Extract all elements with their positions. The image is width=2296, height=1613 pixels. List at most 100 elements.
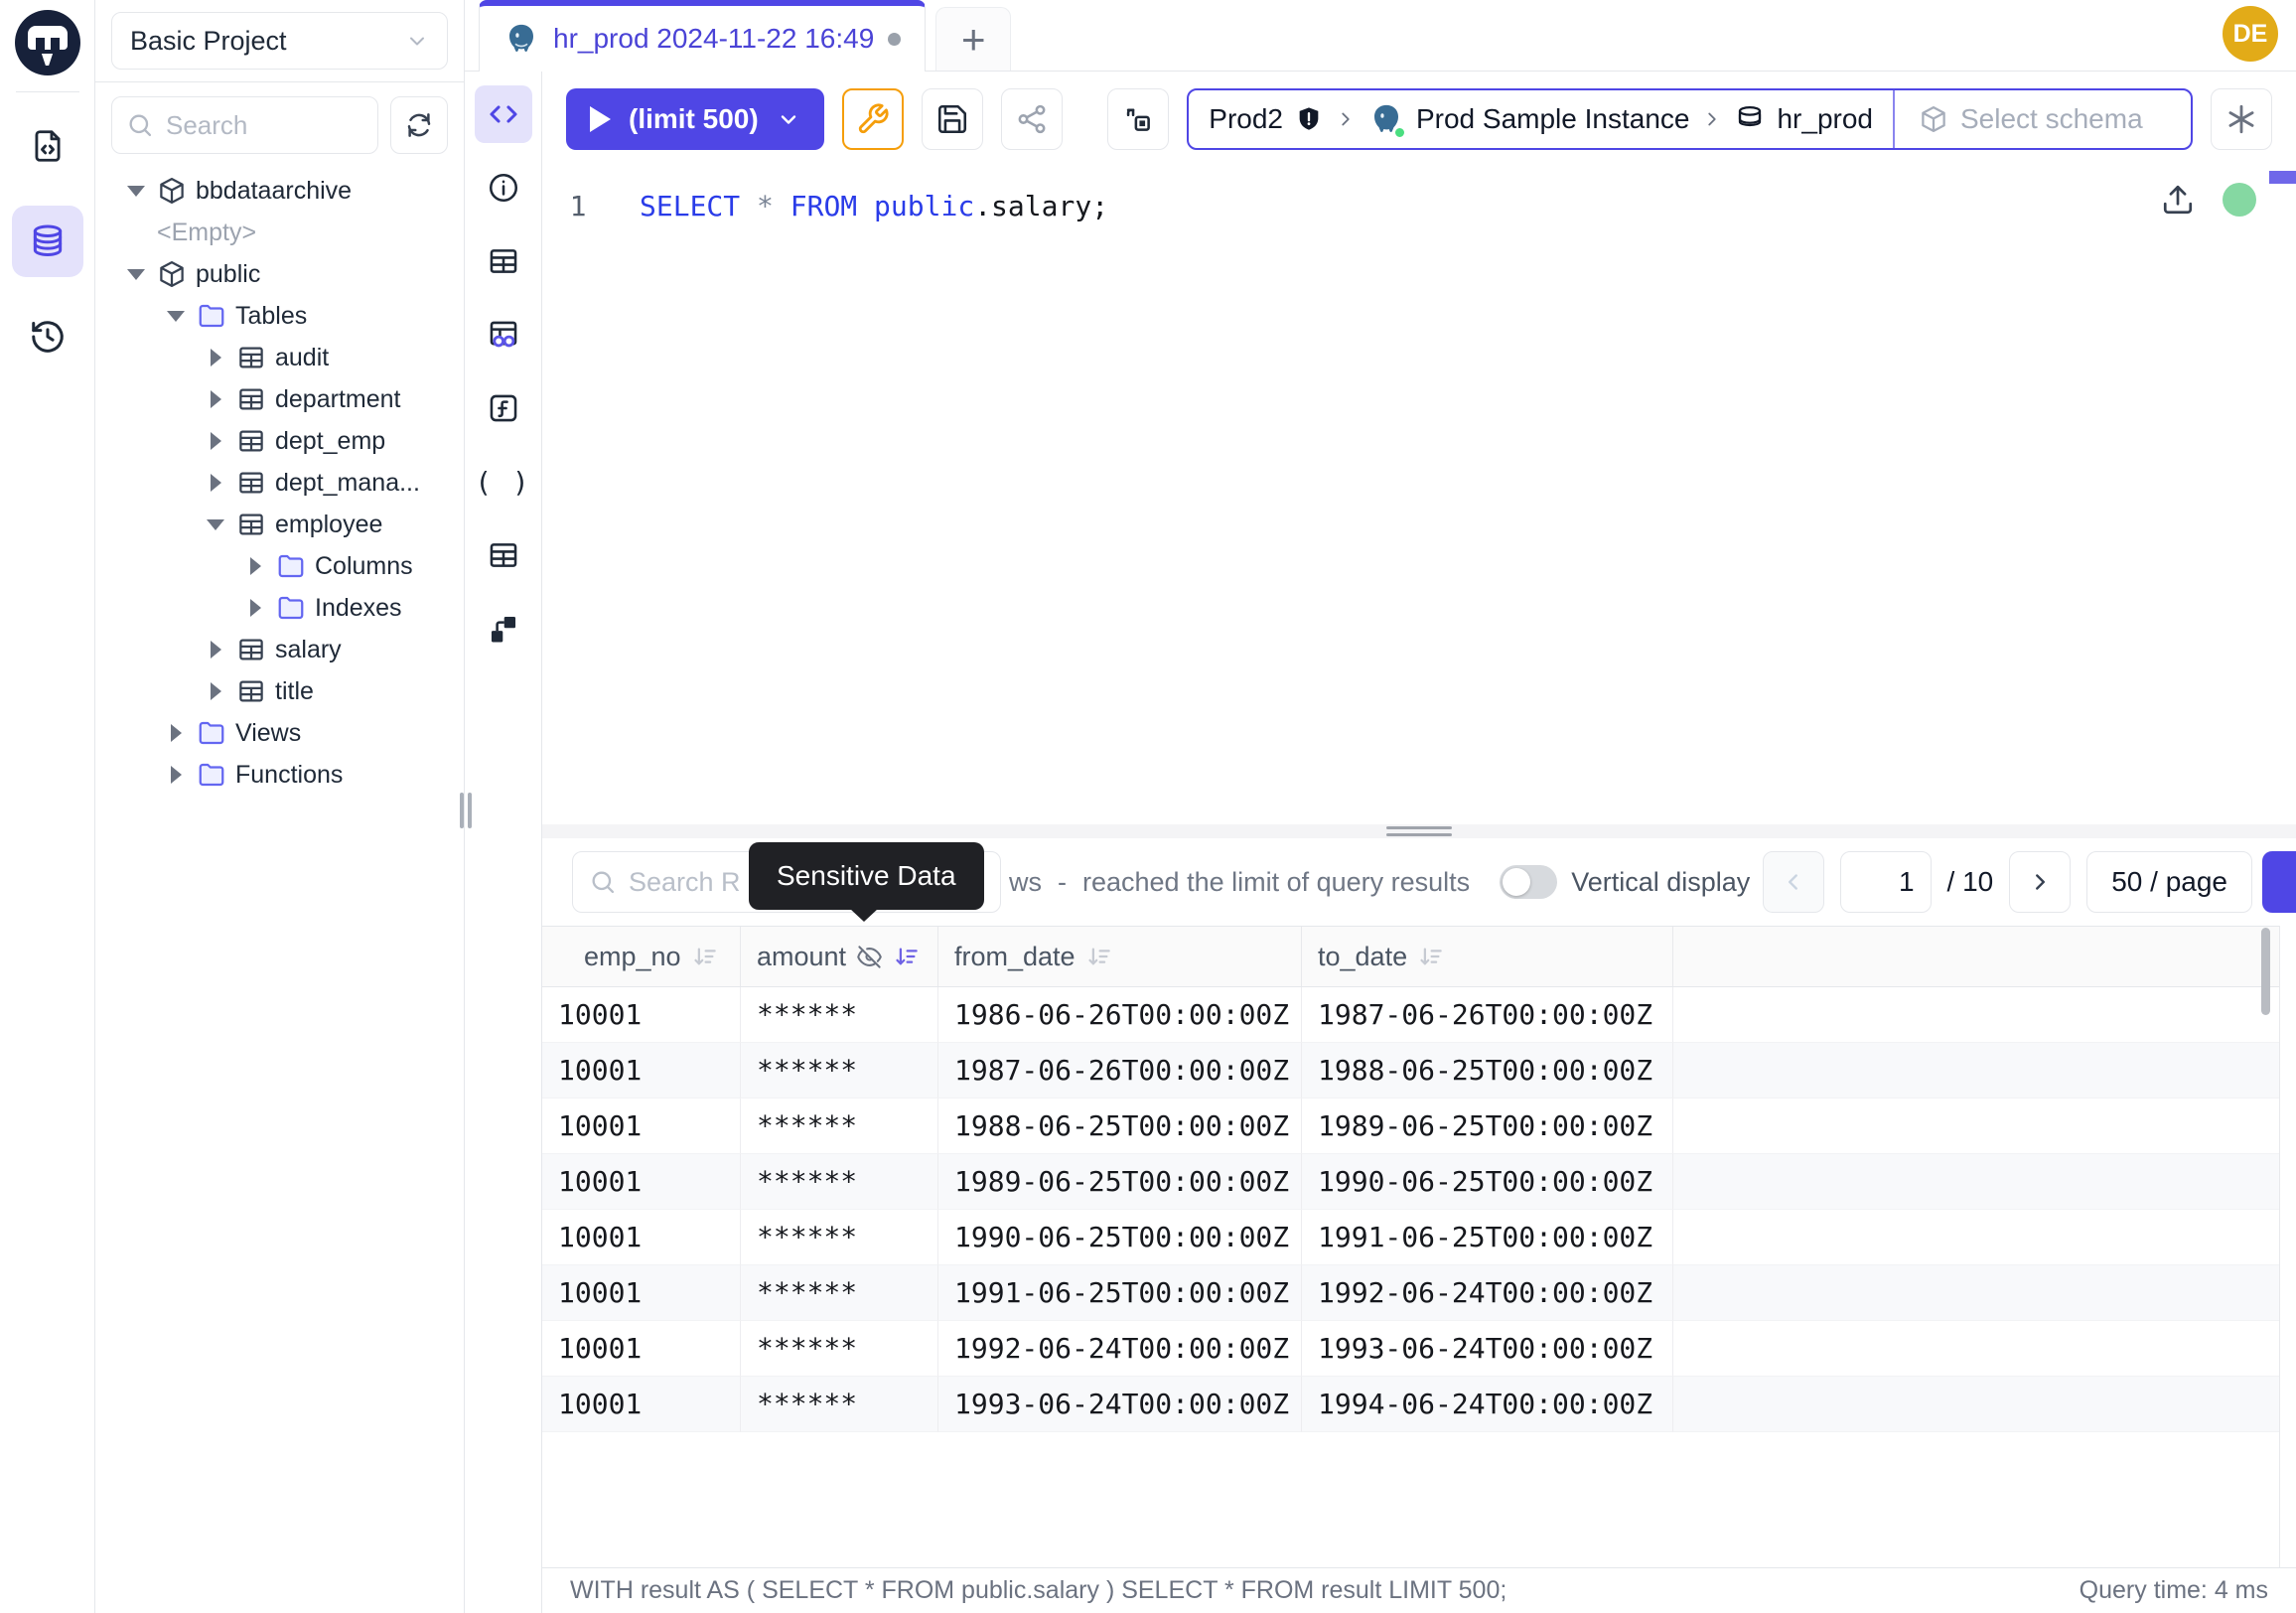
tree-expander-icon[interactable] xyxy=(124,269,148,280)
table-cell[interactable]: 1991-06-25T00:00:00Z xyxy=(1302,1210,1673,1265)
history-icon[interactable] xyxy=(12,301,83,372)
tree-item-title[interactable]: title xyxy=(95,670,464,712)
table-cell[interactable]: 1994-06-24T00:00:00Z xyxy=(1302,1377,1673,1432)
tree-item-empty[interactable]: <Empty> xyxy=(95,212,464,253)
table-cell[interactable]: 1989-06-25T00:00:00Z xyxy=(1302,1099,1673,1154)
tree-expander-icon[interactable] xyxy=(164,724,188,742)
tree-item-functions[interactable]: Functions xyxy=(95,754,464,796)
table-cell[interactable]: ****** xyxy=(741,1043,938,1099)
tree-expander-icon[interactable] xyxy=(164,311,188,322)
grid-scrollbar-thumb[interactable] xyxy=(2261,928,2270,1015)
table-cell[interactable]: 10001 xyxy=(542,1210,741,1265)
save-icon[interactable] xyxy=(922,88,983,150)
toggle-off-icon[interactable] xyxy=(1500,865,1557,899)
page-size-select[interactable]: 50 / page xyxy=(2086,851,2252,913)
table-cell[interactable]: 1992-06-24T00:00:00Z xyxy=(938,1321,1302,1377)
results-panel-resize-handle[interactable] xyxy=(542,824,2296,838)
vertical-display-toggle[interactable]: Vertical display xyxy=(1500,865,1750,899)
select-schema-button[interactable]: Select schema xyxy=(1893,90,2191,148)
tree-item-audit[interactable]: audit xyxy=(95,337,464,378)
tree-expander-icon[interactable] xyxy=(204,390,227,408)
query-tab-active[interactable]: hr_prod 2024-11-22 16:49 xyxy=(479,0,926,72)
query-options-wrench-icon[interactable] xyxy=(842,88,904,150)
tree-expander-icon[interactable] xyxy=(204,682,227,700)
table-cell[interactable]: 1991-06-25T00:00:00Z xyxy=(938,1265,1302,1321)
tree-expander-icon[interactable] xyxy=(204,474,227,492)
table-cell[interactable]: 10001 xyxy=(542,1265,741,1321)
table-cell[interactable]: 1992-06-24T00:00:00Z xyxy=(1302,1265,1673,1321)
worksheet-code-file-icon[interactable] xyxy=(12,110,83,182)
tree-item-columns[interactable]: Columns xyxy=(95,545,464,587)
upload-export-icon[interactable] xyxy=(2161,183,2195,217)
table-cell[interactable]: ****** xyxy=(741,987,938,1043)
table-cell[interactable]: 1993-06-24T00:00:00Z xyxy=(938,1377,1302,1432)
tree-item-public[interactable]: public xyxy=(95,253,464,295)
table-cell[interactable]: 1988-06-25T00:00:00Z xyxy=(938,1099,1302,1154)
tree-expander-icon[interactable] xyxy=(204,349,227,367)
share-icon[interactable] xyxy=(1001,88,1063,150)
sidebar-search-field[interactable] xyxy=(166,110,363,141)
table-detail-icon[interactable] xyxy=(475,232,532,290)
page-number-input[interactable]: 1 xyxy=(1840,851,1932,913)
tree-expander-icon[interactable] xyxy=(204,641,227,659)
table-cell[interactable]: 10001 xyxy=(542,1377,741,1432)
tree-item-indexes[interactable]: Indexes xyxy=(95,587,464,629)
sort-icon[interactable] xyxy=(1417,944,1444,970)
tree-item-salary[interactable]: salary xyxy=(95,629,464,670)
project-selector[interactable]: Basic Project xyxy=(111,12,448,70)
tree-item-department[interactable]: department xyxy=(95,378,464,420)
tree-expander-icon[interactable] xyxy=(204,519,227,530)
tree-item-dept-mana[interactable]: dept_mana... xyxy=(95,462,464,504)
table-cell[interactable]: 10001 xyxy=(542,1154,741,1210)
tree-item-dept-emp[interactable]: dept_emp xyxy=(95,420,464,462)
table-cell[interactable]: 10001 xyxy=(542,1321,741,1377)
tree-item-bbdataarchive[interactable]: bbdataarchive xyxy=(95,170,464,212)
sort-icon[interactable] xyxy=(1085,944,1112,970)
tree-expander-icon[interactable] xyxy=(204,432,227,450)
table-cell[interactable]: ****** xyxy=(741,1154,938,1210)
table-cell[interactable]: ****** xyxy=(741,1099,938,1154)
external-table-icon[interactable] xyxy=(475,526,532,584)
column-header-to-date[interactable]: to_date xyxy=(1302,927,1673,986)
tree-item-employee[interactable]: employee xyxy=(95,504,464,545)
sensitive-data-masking-icon[interactable] xyxy=(475,306,532,364)
user-avatar[interactable]: DE xyxy=(2223,6,2278,62)
tree-expander-icon[interactable] xyxy=(124,186,148,197)
table-cell[interactable]: 10001 xyxy=(542,987,741,1043)
table-cell[interactable]: 1993-06-24T00:00:00Z xyxy=(1302,1321,1673,1377)
table-cell[interactable]: 1990-06-25T00:00:00Z xyxy=(1302,1154,1673,1210)
table-cell[interactable]: 10001 xyxy=(542,1099,741,1154)
column-header-emp-no[interactable]: emp_no xyxy=(542,927,741,986)
tree-item-tables[interactable]: Tables xyxy=(95,295,464,337)
sort-icon[interactable] xyxy=(691,944,718,970)
table-cell[interactable]: 10001 xyxy=(542,1043,741,1099)
table-cell[interactable]: ****** xyxy=(741,1210,938,1265)
table-cell[interactable]: 1989-06-25T00:00:00Z xyxy=(938,1154,1302,1210)
tree-expander-icon[interactable] xyxy=(164,766,188,784)
table-cell[interactable]: 1987-06-26T00:00:00Z xyxy=(938,1043,1302,1099)
run-query-button[interactable]: (limit 500) xyxy=(566,88,824,150)
new-tab-button[interactable]: + xyxy=(935,7,1011,71)
batch-query-icon[interactable] xyxy=(1107,88,1169,150)
tree-item-views[interactable]: Views xyxy=(95,712,464,754)
sql-editor[interactable]: 1 SELECT * FROM public.salary; xyxy=(542,167,2296,824)
refresh-icon[interactable] xyxy=(390,96,448,154)
table-cell[interactable]: 1988-06-25T00:00:00Z xyxy=(1302,1043,1673,1099)
table-cell[interactable]: 1987-06-26T00:00:00Z xyxy=(1302,987,1673,1043)
sidebar-search-input[interactable] xyxy=(111,96,378,154)
database-panel-icon[interactable] xyxy=(12,206,83,277)
column-header-amount[interactable]: amount xyxy=(741,927,938,986)
column-header-from-date[interactable]: from_date xyxy=(938,927,1302,986)
schema-diagram-icon[interactable] xyxy=(475,600,532,658)
connection-breadcrumb[interactable]: Prod2 Prod Sample Instance h xyxy=(1187,88,2193,150)
table-cell[interactable]: ****** xyxy=(741,1321,938,1377)
tree-expander-icon[interactable] xyxy=(243,557,267,575)
parentheses-icon[interactable]: ( ) xyxy=(475,453,532,511)
table-cell[interactable]: ****** xyxy=(741,1377,938,1432)
export-button-clipped[interactable] xyxy=(2262,851,2296,913)
info-icon[interactable] xyxy=(475,159,532,217)
table-cell[interactable]: 1990-06-25T00:00:00Z xyxy=(938,1210,1302,1265)
prev-page-button[interactable] xyxy=(1763,851,1824,913)
code-editor-icon[interactable] xyxy=(475,85,532,143)
table-cell[interactable]: 1986-06-26T00:00:00Z xyxy=(938,987,1302,1043)
